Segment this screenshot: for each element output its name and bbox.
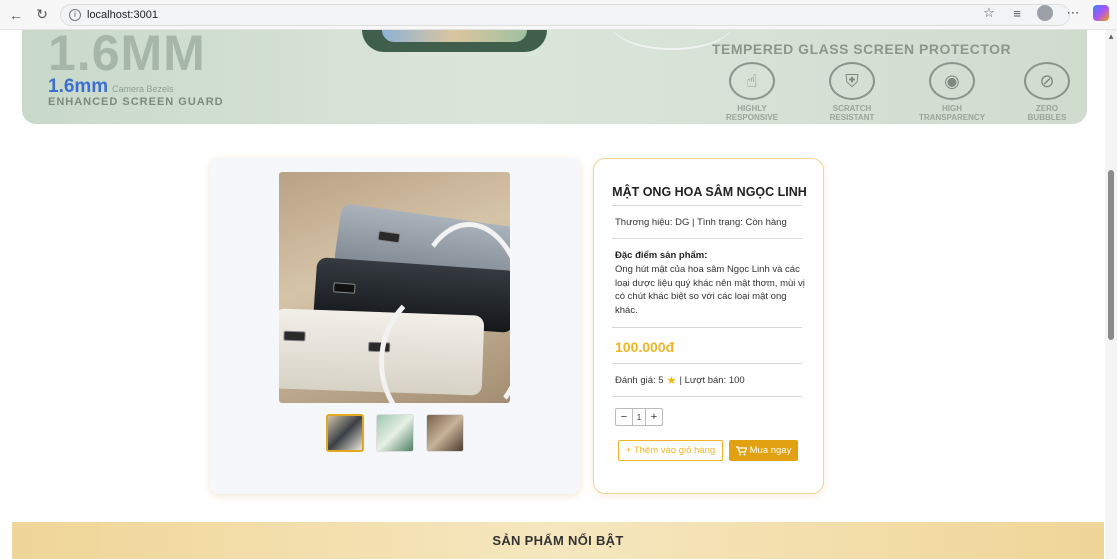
rating-suffix: | Lượt bán: 100 <box>679 375 745 386</box>
usb-port <box>283 330 306 342</box>
product-main-image[interactable] <box>279 172 510 403</box>
feature-label-line: BUBBLES <box>1027 113 1067 122</box>
star-icon: ★ <box>666 375 677 387</box>
phone-image <box>362 30 547 52</box>
rating-prefix: Đánh giá: 5 <box>615 375 664 386</box>
scroll-up-icon[interactable]: ▲ <box>1107 32 1115 41</box>
feature-label: HIGH TRANSPARENCY <box>912 104 992 122</box>
banner-mm: 1.6mm <box>48 76 109 97</box>
divider <box>612 396 802 397</box>
product-feature-heading: Đặc điểm sản phẩm: <box>615 250 708 261</box>
browser-toolbar: ← ↻ i localhost:3001 ☆ ≡ ⋯ <box>0 0 1117 30</box>
buy-now-button[interactable]: Mua ngay <box>729 440 798 461</box>
banner-headline: 1.6MM <box>48 30 206 81</box>
feature-label-line: HIGHLY <box>737 104 767 113</box>
product-rating: Đánh giá: 5 ★ | Lượt bán: 100 <box>615 374 745 387</box>
shield-icon: ⛨ <box>829 62 875 100</box>
copilot-icon[interactable] <box>1093 5 1109 21</box>
feature-label-line: TRANSPARENCY <box>918 113 986 122</box>
featured-products-header: SẢN PHẨM NỔI BẬT <box>12 522 1104 559</box>
usb-port <box>332 282 356 294</box>
featured-title: SẢN PHẨM NỔI BẬT <box>492 533 624 548</box>
feature-label: SCRATCH RESISTANT <box>812 104 892 122</box>
usb-port <box>377 230 401 244</box>
bubbles-icon: ⊘ <box>1024 62 1070 100</box>
profile-avatar-icon[interactable] <box>1037 5 1053 21</box>
product-price: 100.000đ <box>615 339 675 355</box>
buy-now-label: Mua ngay <box>749 445 792 456</box>
quantity-decrease-button[interactable]: − <box>616 409 632 425</box>
product-feature-text: Ong hút mật của hoa sâm Ngọc Linh và các… <box>615 264 805 316</box>
product-gallery <box>210 158 580 494</box>
address-bar[interactable]: i localhost:3001 <box>60 3 1070 26</box>
info-icon[interactable]: i <box>69 8 81 21</box>
feature-label-line: SCRATCH <box>832 104 872 113</box>
feature-label-line: ZERO <box>1035 104 1059 113</box>
quantity-input[interactable]: 1 <box>632 409 646 425</box>
refresh-icon[interactable]: ↻ <box>32 5 52 25</box>
divider <box>612 327 802 328</box>
thumbnail-list <box>326 414 464 452</box>
banner-feature-bubbles: ⊘ ZERO BUBBLES <box>1007 62 1087 122</box>
quantity-increase-button[interactable]: + <box>646 409 662 425</box>
add-to-cart-label: + Thêm vào giỏ hàng <box>625 445 716 456</box>
quantity-stepper: − 1 + <box>615 408 663 426</box>
add-to-cart-button[interactable]: + Thêm vào giỏ hàng <box>618 440 723 461</box>
feature-label-line: HIGH <box>942 104 962 113</box>
back-icon[interactable]: ← <box>6 5 26 25</box>
divider <box>612 363 802 364</box>
hand-icon: ☝ <box>729 62 775 100</box>
more-menu-icon[interactable]: ⋯ <box>1065 5 1081 21</box>
browser-actions: ☆ ≡ ⋯ <box>981 5 1109 21</box>
feature-label: ZERO BUBBLES <box>1007 104 1087 122</box>
banner-feature-scratch: ⛨ SCRATCH RESISTANT <box>812 62 892 122</box>
thumbnail-2[interactable] <box>376 414 414 452</box>
feature-label-line: RESPONSIVE <box>725 113 778 122</box>
thumbnail-1[interactable] <box>326 414 364 452</box>
thumbnail-3[interactable] <box>426 414 464 452</box>
product-brand-status: Thương hiệu: DG | Tình trạng: Còn hàng <box>615 217 787 228</box>
banner-tempered-text: TEMPERED GLASS SCREEN PROTECTOR <box>712 41 1012 57</box>
cart-icon <box>735 445 747 455</box>
feature-label-line: RESISTANT <box>829 113 875 122</box>
banner-guard-text: ENHANCED SCREEN GUARD <box>48 96 224 108</box>
promo-banner[interactable]: 1.6MM 1.6mm Camera Bezels ENHANCED SCREE… <box>22 30 1087 124</box>
product-info-card: MẬT ONG HOA SÂM NGỌC LINH Thương hiệu: D… <box>593 158 824 494</box>
product-title: MẬT ONG HOA SÂM NGỌC LINH <box>612 185 807 199</box>
favorite-star-icon[interactable]: ☆ <box>981 5 997 21</box>
url-text: localhost:3001 <box>87 8 158 21</box>
feature-label: HIGHLY RESPONSIVE <box>712 104 792 122</box>
divider <box>612 205 802 206</box>
eye-icon: ◉ <box>929 62 975 100</box>
scrollbar-thumb[interactable] <box>1108 170 1114 340</box>
banner-feature-responsive: ☝ HIGHLY RESPONSIVE <box>712 62 792 122</box>
banner-bezel-text: Camera Bezels <box>112 84 174 94</box>
phone-screen <box>382 30 527 42</box>
banner-feature-transparency: ◉ HIGH TRANSPARENCY <box>912 62 992 122</box>
favorites-list-icon[interactable]: ≡ <box>1009 6 1025 21</box>
divider <box>612 238 802 239</box>
